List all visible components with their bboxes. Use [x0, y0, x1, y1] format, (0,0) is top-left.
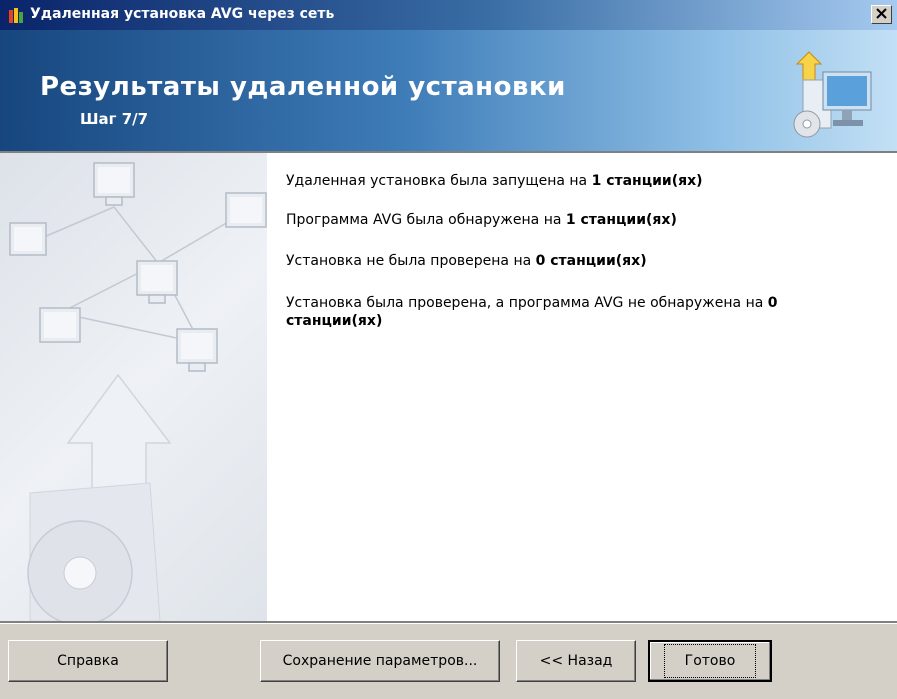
help-button[interactable]: Справка: [8, 640, 168, 682]
back-button[interactable]: << Назад: [516, 640, 636, 682]
result-verified-not-found: Установка была проверена, а программа AV…: [286, 295, 778, 329]
page-title: Результаты удаленной установки: [40, 72, 566, 102]
close-icon: [876, 7, 887, 23]
step-indicator: Шаг 7/7: [80, 110, 149, 128]
save-settings-button[interactable]: Сохранение параметров...: [260, 640, 500, 682]
network-computer-icon: [787, 46, 877, 142]
close-button[interactable]: [871, 5, 892, 24]
footer-divider: [0, 621, 897, 624]
finish-button[interactable]: Готово: [648, 640, 772, 682]
install-wizard-window: Удаленная установка AVG через сеть Резул…: [0, 0, 897, 699]
results-panel: Удаленная установка была запущена на 1 с…: [267, 153, 897, 621]
title-bar: Удаленная установка AVG через сеть: [0, 0, 897, 30]
window-title: Удаленная установка AVG через сеть: [30, 6, 335, 22]
finish-button-label: Готово: [663, 644, 757, 678]
avg-app-icon: [8, 6, 26, 24]
result-detected: Программа AVG была обнаружена на 1 станц…: [286, 212, 677, 228]
network-diagram-illustration: [0, 153, 267, 626]
wizard-header: Результаты удаленной установки Шаг 7/7: [0, 30, 897, 151]
result-started: Удаленная установка была запущена на 1 с…: [286, 173, 703, 189]
result-not-verified: Установка не была проверена на 0 станции…: [286, 253, 647, 269]
